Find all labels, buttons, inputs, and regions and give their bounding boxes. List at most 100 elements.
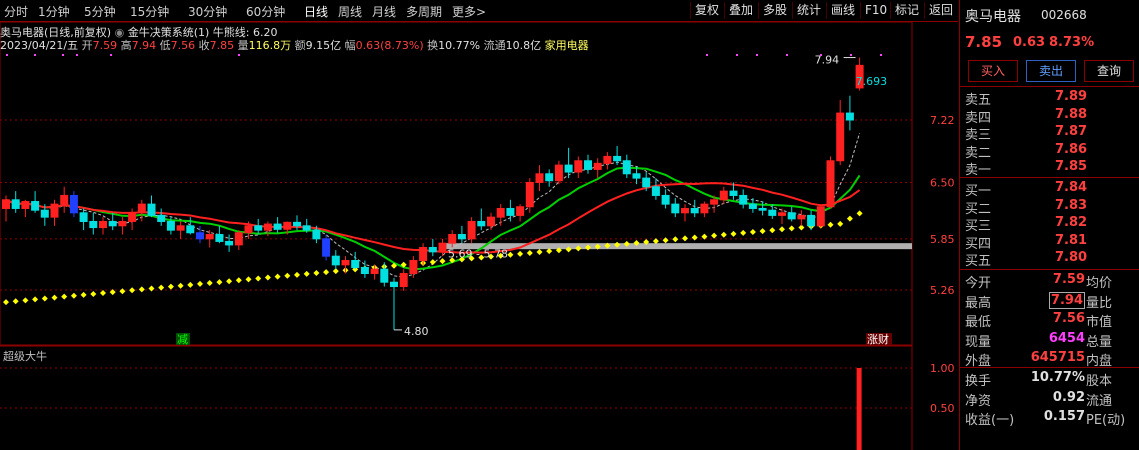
stat-label-2: 量比 xyxy=(1086,295,1113,311)
quote-change-pct: 8.73% xyxy=(1049,35,1095,50)
sell-button[interactable]: 卖出 xyxy=(1026,60,1076,82)
candle-body xyxy=(457,233,466,240)
toolbar-button-0[interactable]: 复权 xyxy=(690,2,723,19)
ask-price: 7.85 xyxy=(1055,159,1088,174)
period-tab-3[interactable]: 15分钟 xyxy=(130,3,169,20)
period-tab-6[interactable]: 日线 xyxy=(304,3,328,20)
sub-tick-label: 0.50 xyxy=(930,402,955,415)
ask-label: 卖五 xyxy=(965,93,992,108)
candle-body xyxy=(816,206,825,227)
candle-body xyxy=(2,199,10,209)
period-tab-2[interactable]: 5分钟 xyxy=(84,3,116,20)
bull-bear-point xyxy=(206,280,213,287)
period-tab-4[interactable]: 30分钟 xyxy=(188,3,227,20)
bull-bear-point xyxy=(255,275,262,282)
bull-bear-point xyxy=(730,230,737,237)
stat-label-2: 总量 xyxy=(1086,334,1113,350)
period-tab-0[interactable]: 分时 xyxy=(4,3,28,20)
period-tab-8[interactable]: 月线 xyxy=(372,3,396,20)
signal-dot xyxy=(76,54,78,56)
kline-chart[interactable]: 7.22 6.50 5.85 5.26 7.94 7.693 4.80 5.69 - 5.78… xyxy=(0,0,958,450)
toolbar-button-2[interactable]: 多股 xyxy=(758,2,791,19)
period-tab-1[interactable]: 1分钟 xyxy=(38,3,70,20)
candle-body xyxy=(438,242,447,253)
bid-row[interactable]: 买四 7.81 xyxy=(965,233,1135,252)
candle-body xyxy=(351,260,360,268)
stat-value: 0.92 xyxy=(1052,389,1085,405)
toolbar-button-5[interactable]: F10 xyxy=(860,2,891,19)
candle-body xyxy=(370,268,379,275)
candle-body xyxy=(642,177,651,188)
buy-button[interactable]: 买入 xyxy=(968,60,1018,82)
candle-body xyxy=(448,233,457,244)
candle-body xyxy=(797,214,806,220)
candle-body xyxy=(176,225,185,231)
bull-bear-point xyxy=(439,258,446,265)
bull-bear-point xyxy=(167,283,174,290)
bull-bear-point xyxy=(759,228,766,235)
query-button[interactable]: 查询 xyxy=(1084,60,1134,82)
ask-price: 7.86 xyxy=(1055,141,1088,157)
period-tab-7[interactable]: 周线 xyxy=(338,3,362,20)
bid-row[interactable]: 买五 7.80 xyxy=(965,250,1135,269)
turn-value: 10.77% xyxy=(438,39,481,52)
stat-row: 最高 7.94 量比 xyxy=(965,291,1139,311)
candle-body xyxy=(768,209,777,216)
sub-bar xyxy=(856,368,862,450)
bid-row[interactable]: 买三 7.82 xyxy=(965,215,1135,234)
bid-label: 买二 xyxy=(965,201,992,217)
bid-row[interactable]: 买一 7.84 xyxy=(965,180,1135,199)
quote-stock-name: 奥马电器 xyxy=(965,9,1021,25)
bull-bear-point xyxy=(788,225,795,232)
bull-bear-point xyxy=(517,250,524,257)
candle-body xyxy=(603,155,612,164)
period-tab-10[interactable]: 更多> xyxy=(452,3,486,20)
period-toolbar: 分时 1分钟 5分钟 15分钟 30分钟 60分钟 日线 周线 月线 多周期 更多> 返回 标记 F10 画… xyxy=(0,0,958,22)
bid-row[interactable]: 买二 7.83 xyxy=(965,198,1135,217)
toolbar-button-3[interactable]: 统计 xyxy=(792,2,825,19)
ask-row[interactable]: 卖五 7.89 xyxy=(965,89,1135,108)
bull-bear-point xyxy=(837,220,844,227)
candle-body xyxy=(118,220,127,227)
candle-body xyxy=(535,173,544,183)
bull-bear-point xyxy=(187,281,194,288)
bull-bear-point xyxy=(245,276,252,283)
toolbar-button-1[interactable]: 叠加 xyxy=(724,2,757,19)
price-info-line: 2023/04/21/五 开7.59 高7.94 低7.56 收7.85 量11… xyxy=(0,37,589,53)
tag-rise: 涨财 xyxy=(867,332,889,346)
vol-label: 量 xyxy=(237,39,249,52)
ask-row[interactable]: 卖四 7.88 xyxy=(965,107,1135,126)
float-value: 10.8亿 xyxy=(505,39,542,52)
bull-bear-point xyxy=(216,279,223,286)
vol-value: 116.8万 xyxy=(248,39,292,52)
period-tab-5[interactable]: 60分钟 xyxy=(246,3,285,20)
ask-row[interactable]: 卖一 7.85 xyxy=(965,159,1135,178)
divider xyxy=(960,177,1139,178)
stat-value: 7.94 xyxy=(1048,291,1085,309)
bull-bear-point xyxy=(284,272,291,279)
candle-body xyxy=(690,207,699,214)
stat-label: 现量 xyxy=(965,334,992,350)
toolbar-button-7[interactable]: 返回 xyxy=(924,2,957,19)
stat-value: 0.157 xyxy=(1043,409,1085,424)
bar-date: 2023/04/21/五 xyxy=(0,39,79,52)
candle-body xyxy=(31,201,40,211)
price-tick-label: 7.22 xyxy=(930,114,955,127)
ask-row[interactable]: 卖二 7.86 xyxy=(965,141,1135,161)
ask-row[interactable]: 卖三 7.87 xyxy=(965,124,1135,143)
stat-label-2: 均价 xyxy=(1086,276,1113,291)
candle-body xyxy=(399,273,408,288)
bull-bear-point xyxy=(856,210,863,217)
stat-label-2: 市值 xyxy=(1086,315,1113,330)
bull-bear-point xyxy=(846,215,853,222)
candle-body xyxy=(845,112,854,121)
toolbar-button-6[interactable]: 标记 xyxy=(890,2,923,19)
divider xyxy=(960,86,1139,87)
period-tab-9[interactable]: 多周期 xyxy=(406,3,442,20)
bull-bear-point xyxy=(226,278,233,285)
candle-body xyxy=(671,203,680,214)
quote-panel: 奥马电器 002668 7.85 0.63 8.73% 买入 卖出 查询 卖五 7… xyxy=(959,0,1139,450)
toolbar-button-4[interactable]: 画线 xyxy=(826,2,859,19)
industry: 家用电器 xyxy=(544,39,589,52)
bull-bear-point xyxy=(274,273,281,280)
